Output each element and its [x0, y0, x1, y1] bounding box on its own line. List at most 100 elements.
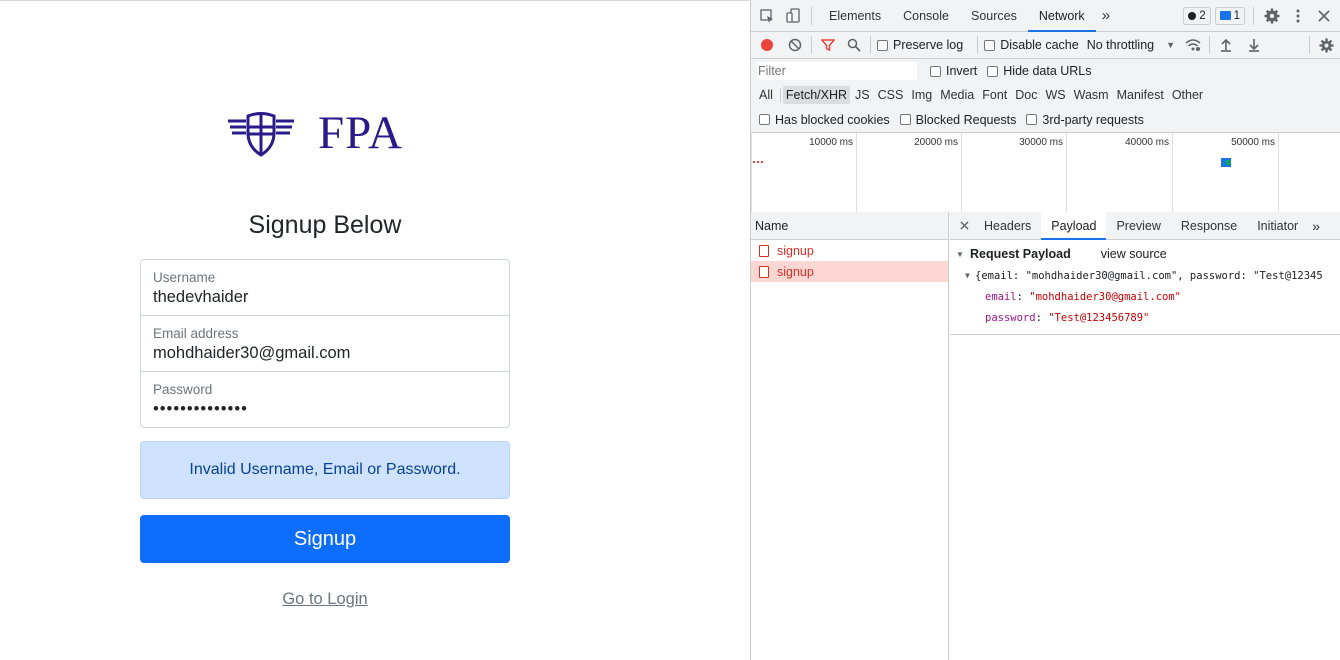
settings-gear-icon[interactable]	[1262, 6, 1282, 26]
divider	[1309, 36, 1310, 54]
tab-sources[interactable]: Sources	[960, 0, 1028, 32]
name-column-header[interactable]: Name	[751, 212, 948, 240]
payload-password-key: password	[985, 311, 1036, 324]
blocked-cookies-label: Has blocked cookies	[775, 112, 890, 127]
device-toolbar-icon[interactable]	[783, 6, 803, 26]
filter-input[interactable]	[757, 62, 917, 80]
type-filter-css[interactable]: CSS	[875, 86, 907, 104]
request-detail: Headers Payload Preview Response Initiat…	[950, 211, 1340, 660]
preserve-log-checkbox[interactable]: Preserve log	[877, 38, 963, 52]
shield-logo-icon	[228, 112, 294, 157]
timeline-segment: 40000 ms	[1066, 133, 1172, 215]
password-label: Password	[153, 382, 213, 397]
password-input[interactable]	[153, 400, 497, 419]
type-filter-img[interactable]: Img	[908, 86, 935, 104]
network-settings-gear-icon[interactable]	[1316, 35, 1336, 55]
go-to-login-link[interactable]: Go to Login	[140, 590, 510, 609]
type-filter-other[interactable]: Other	[1169, 86, 1206, 104]
throttling-value: No throttling	[1086, 38, 1155, 52]
checkbox-box	[930, 65, 941, 77]
timeline-tick-label: 10000 ms	[809, 137, 853, 148]
divider	[811, 36, 812, 54]
devtools-tabbar: Elements Console Sources Network » 2 1	[751, 0, 1340, 32]
disable-cache-checkbox[interactable]: Disable cache	[984, 38, 1079, 52]
view-source-link[interactable]: view source	[1101, 247, 1167, 261]
close-icon[interactable]	[1314, 6, 1334, 26]
page-title: Signup Below	[248, 211, 402, 239]
tab-headers[interactable]: Headers	[974, 212, 1041, 240]
payload-header[interactable]: ▼ Request Payload view source	[950, 246, 1340, 262]
tab-preview[interactable]: Preview	[1106, 212, 1170, 240]
errors-badge[interactable]: 2	[1183, 6, 1211, 25]
tab-initiator[interactable]: Initiator	[1247, 212, 1308, 240]
export-har-icon[interactable]	[1244, 35, 1264, 55]
network-lower-pane: Name signup signup Headers Payload Previ…	[751, 211, 1340, 660]
filter-funnel-icon[interactable]	[818, 35, 838, 55]
type-filter-font[interactable]: Font	[979, 86, 1010, 104]
tab-elements[interactable]: Elements	[818, 0, 892, 32]
request-document-icon	[759, 244, 769, 257]
divider	[1253, 6, 1254, 25]
error-alert: Invalid Username, Email or Password.	[140, 441, 510, 499]
blocked-requests-label: Blocked Requests	[915, 112, 1017, 127]
type-filter-doc[interactable]: Doc	[1012, 86, 1040, 104]
password-field[interactable]: Password	[140, 371, 510, 428]
email-input[interactable]	[153, 344, 497, 363]
type-filter-manifest[interactable]: Manifest	[1114, 86, 1167, 104]
username-input[interactable]	[153, 288, 497, 307]
request-row-selected[interactable]: signup	[751, 261, 948, 282]
blocked-cookies-checkbox[interactable]: Has blocked cookies	[759, 113, 890, 127]
request-row[interactable]: signup	[751, 240, 948, 261]
type-filter-js[interactable]: JS	[852, 86, 873, 104]
type-filter-ws[interactable]: WS	[1042, 86, 1068, 104]
more-detail-tabs-button[interactable]: »	[1308, 212, 1324, 240]
search-icon[interactable]	[844, 35, 864, 55]
timeline-tick-label: 40000 ms	[1125, 137, 1169, 148]
network-conditions-icon[interactable]	[1183, 35, 1203, 55]
payload-password-row: password: "Test@123456789"	[985, 311, 1150, 324]
type-filter-fetch-xhr[interactable]: Fetch/XHR	[782, 86, 851, 104]
tab-payload[interactable]: Payload	[1041, 211, 1107, 240]
tab-network[interactable]: Network	[1027, 0, 1096, 32]
divider	[977, 36, 979, 54]
timeline-segment: 20000 ms	[856, 133, 961, 215]
checkbox-box	[984, 39, 996, 51]
type-filter-all[interactable]: All	[756, 86, 776, 104]
clear-icon[interactable]	[785, 35, 805, 55]
timeline-segment: 10000 ms	[751, 133, 856, 215]
payload-email-value: "mohdhaider30@gmail.com"	[1029, 290, 1181, 303]
more-options-icon[interactable]	[1288, 6, 1308, 26]
inspect-element-icon[interactable]	[757, 6, 777, 26]
email-field[interactable]: Email address	[140, 315, 510, 372]
type-filter-media[interactable]: Media	[937, 86, 977, 104]
throttling-select[interactable]: No throttling ▼	[1087, 38, 1175, 52]
username-field[interactable]: Username	[140, 259, 510, 316]
payload-object-row[interactable]: ▼ {email: "mohdhaider30@gmail.com", pass…	[950, 265, 1340, 286]
username-label: Username	[153, 270, 216, 285]
timeline-tick-label: 20000 ms	[914, 137, 958, 148]
devtools-panel: Elements Console Sources Network » 2 1 P…	[750, 0, 1340, 660]
tab-response[interactable]: Response	[1171, 212, 1247, 240]
hide-data-urls-checkbox[interactable]: Hide data URLs	[987, 64, 1092, 78]
messages-badge[interactable]: 1	[1214, 6, 1245, 25]
payload-section: ▼ Request Payload view source ▼ {email: …	[950, 240, 1340, 335]
more-tabs-button[interactable]: »	[1096, 0, 1116, 32]
type-filter-wasm[interactable]: Wasm	[1071, 86, 1112, 104]
import-har-icon[interactable]	[1216, 35, 1236, 55]
record-icon[interactable]	[757, 35, 777, 55]
blocked-requests-checkbox[interactable]: Blocked Requests	[899, 112, 1017, 127]
request-list: Name signup signup	[751, 212, 949, 660]
request-name: signup	[777, 264, 814, 279]
tab-console[interactable]: Console	[892, 0, 960, 32]
invert-checkbox[interactable]: Invert	[930, 64, 977, 78]
messages-count: 1	[1233, 9, 1240, 22]
errors-count: 2	[1199, 9, 1206, 22]
signup-button[interactable]: Signup	[140, 515, 510, 563]
network-timeline[interactable]: 10000 ms 20000 ms 30000 ms 40000 ms 5000…	[751, 133, 1340, 215]
close-detail-icon[interactable]	[954, 216, 974, 236]
network-toolbar: Preserve log Disable cache No throttling…	[751, 32, 1340, 59]
third-party-checkbox[interactable]: 3rd-party requests	[1026, 113, 1144, 127]
payload-email-row: email: "mohdhaider30@gmail.com"	[985, 290, 1181, 303]
signup-form: Username Email address Password	[140, 259, 510, 428]
divider	[811, 6, 812, 25]
